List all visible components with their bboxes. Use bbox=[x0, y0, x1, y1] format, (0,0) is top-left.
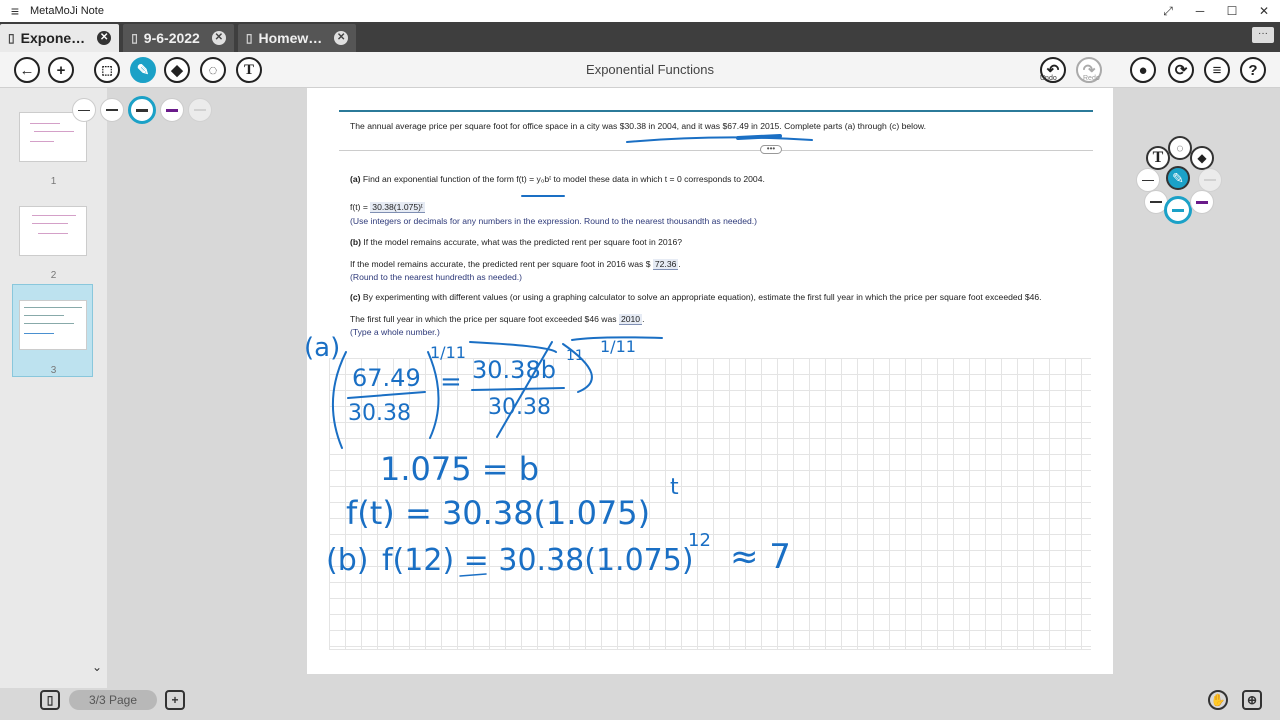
part-b-note: (Round to the nearest hundredth as neede… bbox=[350, 272, 522, 282]
chevron-down-icon[interactable]: ⌄ bbox=[92, 660, 102, 674]
section-divider bbox=[339, 150, 1093, 151]
part-c-answer-prefix: The first full year in which the price p… bbox=[350, 314, 617, 324]
part-a-note: (Use integers or decimals for any number… bbox=[350, 216, 758, 226]
part-c-label: (c) bbox=[350, 292, 361, 302]
expand-dots-button[interactable]: ••• bbox=[760, 145, 782, 154]
menu-icon[interactable]: ≡ bbox=[1204, 57, 1230, 83]
page-thumbnail-sidebar: 1 2 3 ⌄ bbox=[0, 88, 107, 688]
pen-color-purple[interactable] bbox=[1190, 190, 1214, 214]
part-a-question: (a) Find an exponential function of the … bbox=[350, 174, 765, 184]
page-thumbnail-3[interactable] bbox=[19, 300, 87, 350]
title-bar: ≡ MetaMoJi Note ⤢ ─ ☐ ✕ bbox=[0, 0, 1280, 22]
part-a-text: Find an exponential function of the form… bbox=[362, 174, 765, 184]
pen-width-thin[interactable] bbox=[1136, 168, 1160, 192]
part-c-answer-row: The first full year in which the price p… bbox=[350, 314, 645, 325]
share-icon[interactable]: ⟳ bbox=[1168, 57, 1194, 83]
pen-color-purple[interactable] bbox=[160, 98, 184, 122]
app-title: MetaMoJi Note bbox=[30, 5, 104, 17]
tab-9-6-2022[interactable]: ▯ 9-6-2022 ✕ bbox=[123, 24, 234, 52]
part-a-answer-prefix: f(t) = bbox=[350, 202, 368, 212]
part-a-label: (a) bbox=[350, 174, 361, 184]
close-tab-icon[interactable]: ✕ bbox=[211, 31, 226, 45]
tab-label: 9-6-2022 bbox=[143, 30, 200, 46]
part-c-text: By experimenting with different values (… bbox=[362, 292, 1042, 302]
page-number-3: 3 bbox=[50, 365, 57, 376]
document-icon: ▯ bbox=[131, 31, 138, 45]
page-list-icon[interactable]: ▯ bbox=[40, 690, 60, 710]
part-c-note: (Type a whole number.) bbox=[350, 327, 440, 337]
document-icon: ▯ bbox=[245, 31, 253, 45]
add-page-icon[interactable]: + bbox=[165, 690, 185, 710]
redo-label: Redo bbox=[1083, 75, 1100, 82]
problem-content: The annual average price per square foot… bbox=[329, 88, 1093, 650]
part-b-text: If the model remains accurate, what was … bbox=[363, 237, 683, 247]
close-tab-icon[interactable]: ✕ bbox=[97, 31, 112, 45]
hamburger-icon[interactable]: ≡ bbox=[0, 3, 30, 19]
part-a-answer[interactable]: 30.38(1.075)ᵗ bbox=[370, 202, 425, 213]
page-indicator[interactable]: 3/3 Page bbox=[69, 690, 157, 710]
lasso-tool-icon[interactable]: ◌ bbox=[1168, 136, 1192, 160]
bottom-bar: ▯ 3/3 Page + ✋ ⊕ bbox=[0, 688, 1280, 720]
part-c-answer[interactable]: 2010 bbox=[618, 314, 643, 325]
problem-intro: The annual average price per square foot… bbox=[350, 121, 926, 131]
pen-width-disabled[interactable] bbox=[188, 98, 212, 122]
pen-width-disabled[interactable] bbox=[1198, 168, 1222, 192]
pen-tool-icon[interactable]: ✎ bbox=[1166, 166, 1190, 190]
header-rule bbox=[339, 110, 1093, 112]
part-b-question: (b) If the model remains accurate, what … bbox=[350, 237, 682, 247]
pen-width-selected[interactable] bbox=[128, 96, 156, 124]
microphone-icon[interactable]: ● bbox=[1130, 57, 1156, 83]
floating-tool-palette: T ◌ ◆ ✎ bbox=[1136, 136, 1226, 226]
page-number-1: 1 bbox=[50, 176, 57, 187]
part-b-answer-row: If the model remains accurate, the predi… bbox=[350, 259, 681, 270]
close-tab-icon[interactable]: ✕ bbox=[334, 31, 349, 45]
part-c-answer-suffix: . bbox=[642, 314, 645, 324]
page-number-2: 2 bbox=[50, 270, 57, 281]
tab-label: Homew… bbox=[258, 30, 323, 46]
close-window-icon[interactable]: ✕ bbox=[1248, 4, 1280, 18]
more-options-button[interactable]: ··· bbox=[1252, 27, 1274, 43]
main-toolbar: ← + ⬚ ✎ ◆ ◌ T Exponential Functions ↶ Un… bbox=[0, 52, 1280, 88]
undo-label: Undo bbox=[1040, 75, 1057, 82]
zoom-page-icon[interactable]: ⊕ bbox=[1242, 690, 1262, 710]
tab-homework[interactable]: ▯ Homew… ✕ bbox=[237, 24, 357, 52]
note-page[interactable]: The annual average price per square foot… bbox=[307, 88, 1113, 674]
maximize-window-icon[interactable]: ☐ bbox=[1216, 4, 1248, 18]
pen-width-palette bbox=[70, 96, 215, 124]
part-b-answer[interactable]: 72.36 bbox=[652, 259, 679, 270]
hand-tool-icon[interactable]: ✋ bbox=[1208, 690, 1228, 710]
tab-label: Expone… bbox=[20, 30, 86, 46]
minimize-window-icon[interactable]: ─ bbox=[1184, 4, 1216, 18]
text-tool-icon[interactable]: T bbox=[1146, 146, 1170, 170]
document-icon: ▯ bbox=[8, 31, 15, 45]
expand-window-icon[interactable]: ⤢ bbox=[1152, 4, 1184, 19]
page-thumbnail-2[interactable] bbox=[19, 206, 87, 256]
part-b-answer-suffix: . bbox=[678, 259, 681, 269]
eraser-tool-icon[interactable]: ◆ bbox=[1190, 146, 1214, 170]
part-b-answer-prefix: If the model remains accurate, the predi… bbox=[350, 259, 651, 269]
part-c-question: (c) By experimenting with different valu… bbox=[350, 292, 1042, 302]
document-tab-bar: ▯ Expone… ✕ ▯ 9-6-2022 ✕ ▯ Homew… ✕ ··· bbox=[0, 22, 1280, 52]
pen-width-medium[interactable] bbox=[100, 98, 124, 122]
grid-background bbox=[329, 358, 1091, 650]
tab-exponential[interactable]: ▯ Expone… ✕ bbox=[0, 24, 120, 52]
part-b-label: (b) bbox=[350, 237, 361, 247]
pen-width-thin[interactable] bbox=[72, 98, 96, 122]
pen-width-selected[interactable] bbox=[1164, 196, 1192, 224]
help-icon[interactable]: ? bbox=[1240, 57, 1266, 83]
part-a-answer-row: f(t) = 30.38(1.075)ᵗ bbox=[350, 202, 425, 213]
